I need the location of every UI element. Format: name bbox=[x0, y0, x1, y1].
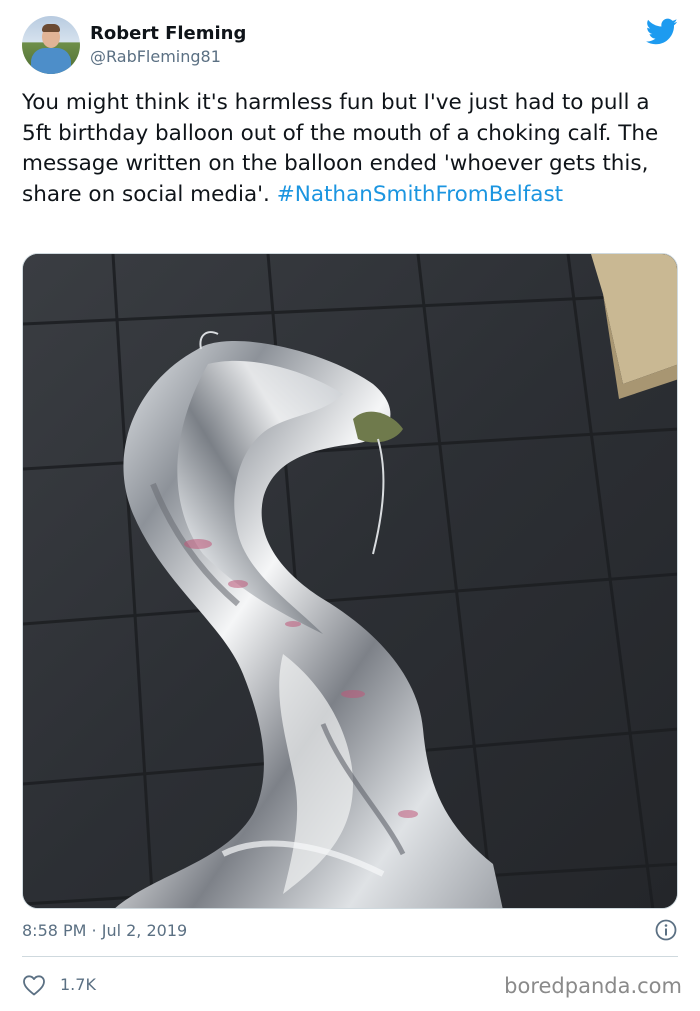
watermark: boredpanda.com bbox=[504, 974, 682, 998]
avatar[interactable] bbox=[22, 16, 80, 74]
author-name[interactable]: Robert Fleming bbox=[90, 23, 246, 45]
avatar-shirt bbox=[31, 48, 71, 74]
hashtag-link[interactable]: #NathanSmithFromBelfast bbox=[277, 182, 563, 207]
tweet-meta: 8:58 PM · Jul 2, 2019 bbox=[22, 918, 678, 944]
like-count: 1.7K bbox=[60, 975, 96, 994]
info-icon[interactable] bbox=[654, 918, 678, 942]
heart-icon bbox=[23, 975, 45, 996]
tweet-timestamp[interactable]: 8:58 PM · Jul 2, 2019 bbox=[22, 920, 187, 942]
author-handle[interactable]: @RabFleming81 bbox=[90, 47, 221, 67]
twitter-bird-icon[interactable] bbox=[646, 18, 678, 46]
tweet-card: Robert Fleming @RabFleming81 You might t… bbox=[0, 0, 700, 1011]
tweet-photo[interactable] bbox=[22, 253, 678, 909]
avatar-hair bbox=[42, 24, 60, 32]
divider bbox=[22, 956, 678, 957]
tweet-header: Robert Fleming @RabFleming81 bbox=[22, 14, 678, 78]
tweet-text: You might think it's harmless fun but I'… bbox=[22, 88, 672, 210]
balloon-photo-illustration bbox=[23, 254, 677, 908]
